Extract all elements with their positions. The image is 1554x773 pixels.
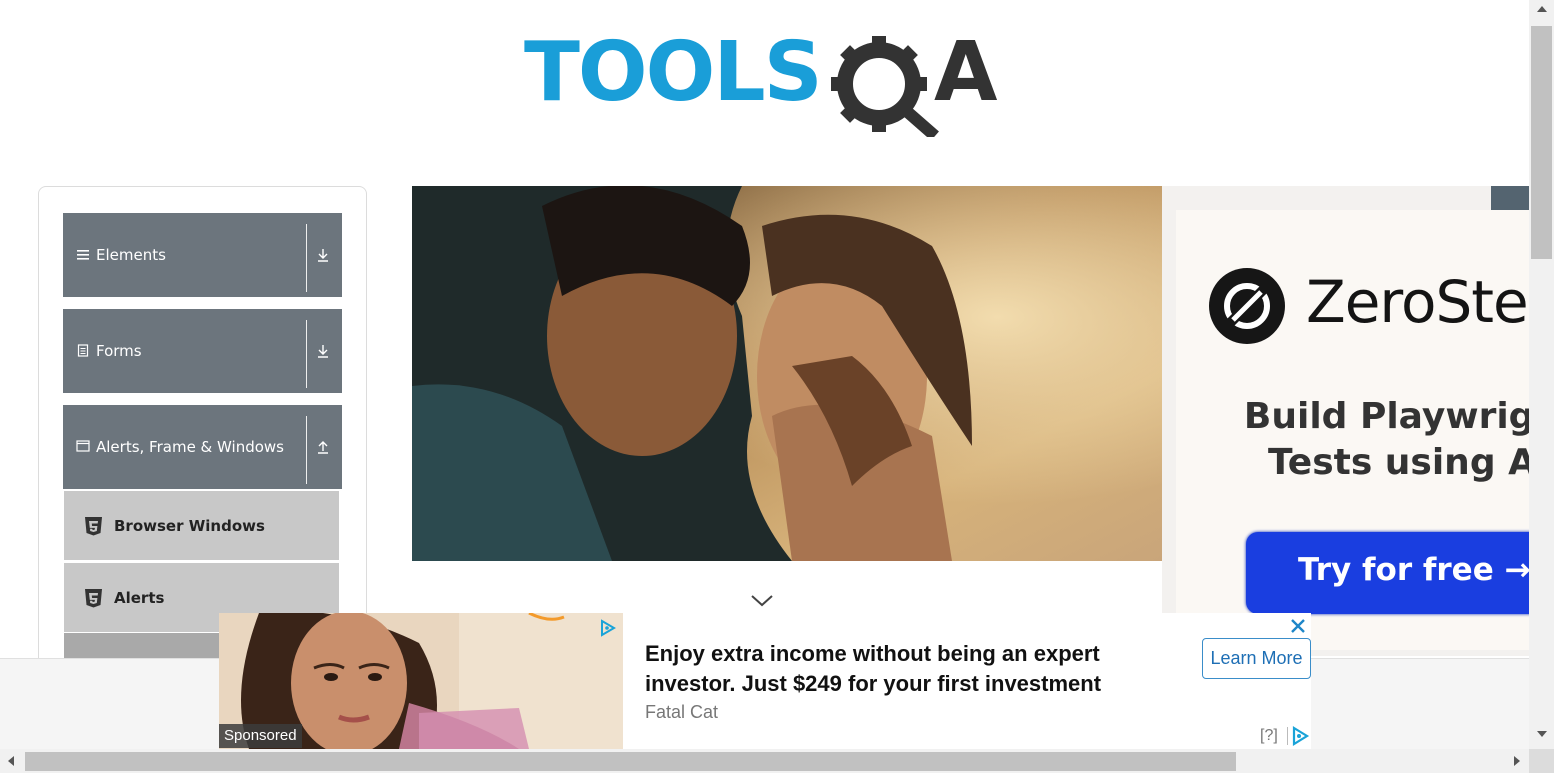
download-arrow-icon[interactable] [316,343,330,359]
menu-group-label: Elements [96,246,166,264]
download-arrow-icon[interactable] [316,247,330,263]
menu-item-browser-windows[interactable]: Browser Windows [64,491,339,561]
toolsqa-logo[interactable]: TOOLS A [524,22,1014,141]
adchoices-icon[interactable] [599,619,617,637]
menu-item-label: Alerts [114,589,165,607]
ad-brand-name: ZeroSte [1306,268,1529,336]
horizontal-scrollbar[interactable] [0,749,1529,773]
menu-group-alerts-frame-windows[interactable]: Alerts, Frame & Windows [63,405,342,489]
ad-source[interactable]: Fatal Cat [645,702,718,723]
scroll-left-arrow-icon[interactable] [8,756,14,766]
logo-text-tools: TOOLS [524,25,821,120]
menu-item-label: Browser Windows [114,517,265,535]
zerostep-logo-icon [1209,268,1285,344]
ad-tagline: Build Playwrigh Tests using A [1232,394,1529,486]
chevron-down-icon[interactable] [750,592,774,608]
divider [306,320,307,388]
upload-arrow-icon[interactable] [316,439,330,455]
bottom-sponsored-ad[interactable]: Sponsored Enjoy extra income without bei… [219,613,1311,749]
close-icon[interactable] [1288,616,1308,636]
html5-icon [85,589,102,608]
logo-text-qa: A [934,25,998,120]
vertical-scroll-thumb[interactable] [1531,26,1552,259]
cta-label: Try for free → [1298,552,1529,588]
browser-viewport: TOOLS A Elements Forms Alerts, Frame & W… [0,0,1529,749]
ad-tagline-line: Build Playwrigh [1243,396,1529,437]
ad-headline[interactable]: Enjoy extra income without being an expe… [645,639,1185,699]
ad-tagline-line: Tests using A [1268,442,1529,483]
menu-group-forms[interactable]: Forms [63,309,342,393]
adchoices-icon[interactable] [1290,726,1310,746]
gear-icon [831,36,939,141]
menu-group-label: Forms [96,342,142,360]
horizontal-scroll-thumb[interactable] [25,752,1236,771]
document-icon [77,344,89,357]
center-ad-image[interactable] [412,186,1162,561]
divider [1287,727,1288,745]
sponsored-label: Sponsored [219,724,302,748]
scrollbar-corner [1529,749,1554,773]
menu-group-elements[interactable]: Elements [63,213,342,297]
html5-icon [85,517,102,536]
vertical-scrollbar[interactable] [1529,0,1554,749]
try-for-free-button[interactable]: Try for free → [1246,532,1529,614]
ad-corner [1491,186,1529,210]
scroll-down-arrow-icon[interactable] [1537,731,1547,737]
scroll-up-arrow-icon[interactable] [1537,6,1547,12]
learn-more-button[interactable]: Learn More [1202,638,1311,679]
divider [306,224,307,292]
window-icon [76,440,90,452]
menu-group-label: Alerts, Frame & Windows [96,438,284,456]
right-ad-banner[interactable]: ZeroSte Build Playwrigh Tests using A Tr… [1162,186,1529,656]
ad-help-link[interactable]: [?] [1260,727,1278,745]
hamburger-icon [77,250,89,260]
divider [306,416,307,484]
scroll-right-arrow-icon[interactable] [1514,756,1520,766]
